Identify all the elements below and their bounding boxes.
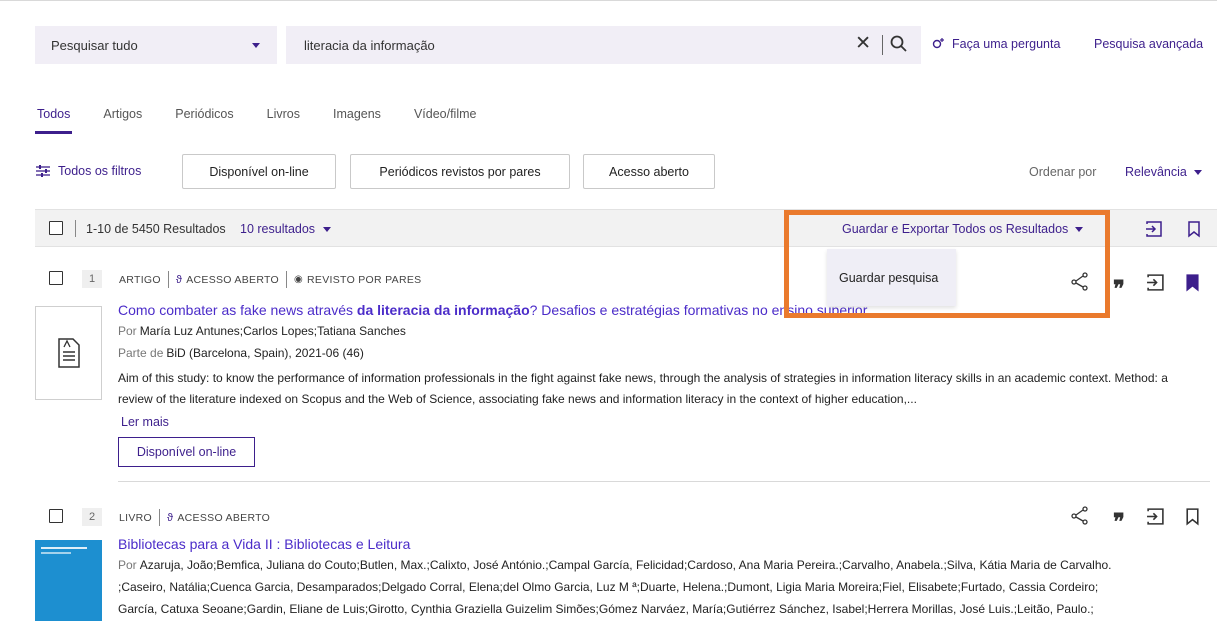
share-icon[interactable] — [1070, 506, 1089, 525]
caret-down-icon — [1193, 169, 1202, 175]
document-icon — [57, 338, 80, 368]
toolbar-divider — [75, 220, 76, 237]
all-filters-label: Todos os filtros — [58, 164, 142, 178]
results-range-text: 1-10 de 5450 Resultados — [86, 222, 226, 236]
available-online-button[interactable]: Disponível on-line — [118, 437, 255, 467]
title-highlight: da literacia da informação — [356, 302, 530, 318]
cover-subtitle-line — [41, 552, 71, 554]
save-search-menu-item[interactable]: Guardar pesquisa — [839, 271, 938, 285]
share-icon[interactable] — [1070, 272, 1089, 291]
open-access-label: ACESSO ABERTO — [177, 511, 271, 524]
open-access-icon: ϑ — [175, 273, 183, 286]
book-cover-thumbnail[interactable] — [35, 540, 102, 621]
by-label: Por — [118, 558, 137, 572]
caret-down-icon — [323, 226, 332, 232]
search-icon[interactable] — [889, 34, 909, 54]
sort-label: Ordenar por — [1029, 165, 1097, 179]
read-more-link[interactable]: Ler mais — [121, 415, 169, 429]
meta-divider — [167, 271, 169, 288]
result-authors-cont[interactable]: García, Catuxa Seoane;Gardin, Eliane de … — [118, 602, 1094, 616]
caret-down-icon — [1075, 226, 1084, 232]
cite-icon[interactable]: ❞ — [1113, 511, 1125, 533]
ask-question-link[interactable]: Faça uma pergunta — [931, 37, 1060, 51]
tab-periodicos[interactable]: Periódicos — [175, 107, 233, 121]
advanced-search-link[interactable]: Pesquisa avançada — [1094, 37, 1203, 51]
search-input[interactable]: literacia da informação ✕ — [286, 26, 921, 64]
result-checkbox[interactable] — [49, 509, 63, 523]
result-type: ARTIGO — [119, 273, 161, 286]
result-title-link[interactable]: Bibliotecas para a Vida II : Bibliotecas… — [118, 536, 410, 552]
export-icon[interactable] — [1146, 507, 1165, 526]
all-filters-button[interactable]: Todos os filtros — [36, 164, 141, 178]
filter-chip-online[interactable]: Disponível on-line — [182, 154, 336, 189]
by-label: Por — [118, 324, 137, 338]
authors-text[interactable]: María Luz Antunes;Carlos Lopes;Tatiana S… — [140, 324, 406, 338]
select-all-checkbox[interactable] — [49, 221, 63, 235]
search-separator — [882, 35, 883, 55]
results-per-page-value: 10 resultados — [240, 222, 316, 236]
peer-reviewed-label: REVISTO POR PARES — [307, 273, 422, 286]
sort-select[interactable]: Relevância — [1125, 165, 1202, 179]
export-icon[interactable] — [1145, 220, 1163, 238]
bookmark-icon[interactable] — [1183, 507, 1202, 526]
caret-down-icon — [252, 43, 260, 48]
result-thumbnail[interactable] — [35, 306, 102, 400]
result-type: LIVRO — [119, 511, 153, 524]
result-authors: Por Azaruja, João;Bemfica, Juliana do Cou… — [118, 558, 1112, 572]
tab-imagens[interactable]: Imagens — [333, 107, 381, 121]
tab-livros[interactable]: Livros — [267, 107, 300, 121]
result-meta: ARTIGO ϑ ACESSO ABERTO ◉ REVISTO POR PAR… — [119, 271, 421, 288]
search-scope-select[interactable]: Pesquisar tudo — [35, 26, 277, 64]
top-border — [0, 0, 1217, 1]
result-checkbox[interactable] — [49, 271, 63, 285]
content-type-tabs: Todos Artigos Periódicos Livros Imagens … — [34, 107, 509, 134]
result-divider — [118, 481, 1210, 482]
authors-text[interactable]: Azaruja, João;Bemfica, Juliana do Couto;… — [140, 558, 1112, 572]
meta-divider — [159, 509, 161, 526]
tab-video-filme[interactable]: Vídeo/filme — [414, 107, 477, 121]
ask-question-label: Faça uma pergunta — [952, 37, 1061, 51]
results-toolbar: 1-10 de 5450 Resultados 10 resultados Gu… — [35, 209, 1217, 247]
filter-chip-open-access[interactable]: Acesso aberto — [583, 154, 715, 189]
source-text: BiD (Barcelona, Spain), 2021-06 (46) — [166, 346, 364, 360]
result-abstract: Aim of this study: to know the performan… — [118, 371, 1168, 406]
results-per-page-select[interactable]: 10 resultados — [240, 222, 332, 236]
clear-icon[interactable]: ✕ — [855, 34, 871, 54]
title-part: Como combater as fake news através — [118, 302, 357, 318]
tab-artigos[interactable]: Artigos — [103, 107, 142, 121]
result-number: 1 — [82, 270, 102, 288]
search-query-text: literacia da informação — [304, 37, 435, 53]
result-authors-cont[interactable]: ;Caseiro, Natália;Cuenca Garcia, Desampa… — [118, 580, 1098, 594]
part-of-label: Parte de — [118, 346, 164, 360]
save-export-all-label: Guardar e Exportar Todos os Resultados — [842, 222, 1069, 236]
eye-icon: ◉ — [294, 274, 304, 285]
cite-icon[interactable]: ❞ — [1113, 278, 1125, 300]
sort-value: Relevância — [1125, 165, 1187, 179]
open-access-icon: ϑ — [167, 511, 174, 524]
result-source: Parte de BiD (Barcelona, Spain), 2021-06 … — [118, 346, 364, 360]
result-authors: Por María Luz Antunes;Carlos Lopes;Tatian… — [118, 324, 406, 338]
search-scope-value: Pesquisar tudo — [51, 37, 138, 53]
save-export-all-button[interactable]: Guardar e Exportar Todos os Resultados — [842, 222, 1084, 236]
meta-divider — [286, 271, 287, 288]
result-title-link[interactable]: Como combater as fake news através da li… — [118, 302, 867, 318]
export-icon[interactable] — [1146, 273, 1165, 292]
result-meta: LIVRO ϑ ACESSO ABERTO — [119, 509, 270, 526]
ask-sparkle-icon — [932, 38, 944, 49]
tab-todos[interactable]: Todos — [34, 107, 73, 134]
cover-title-line — [41, 547, 87, 549]
filter-chip-peer-reviewed[interactable]: Periódicos revistos por pares — [350, 154, 570, 189]
title-part: ? Desafios e estratégias formativas no e… — [529, 302, 868, 318]
bookmark-filled-icon[interactable] — [1183, 273, 1202, 292]
result-number: 2 — [82, 508, 102, 526]
open-access-label: ACESSO ABERTO — [186, 273, 279, 286]
bookmark-icon[interactable] — [1185, 220, 1203, 238]
filter-sliders-icon — [36, 165, 50, 177]
export-dropdown-menu: Guardar pesquisa — [827, 249, 956, 306]
